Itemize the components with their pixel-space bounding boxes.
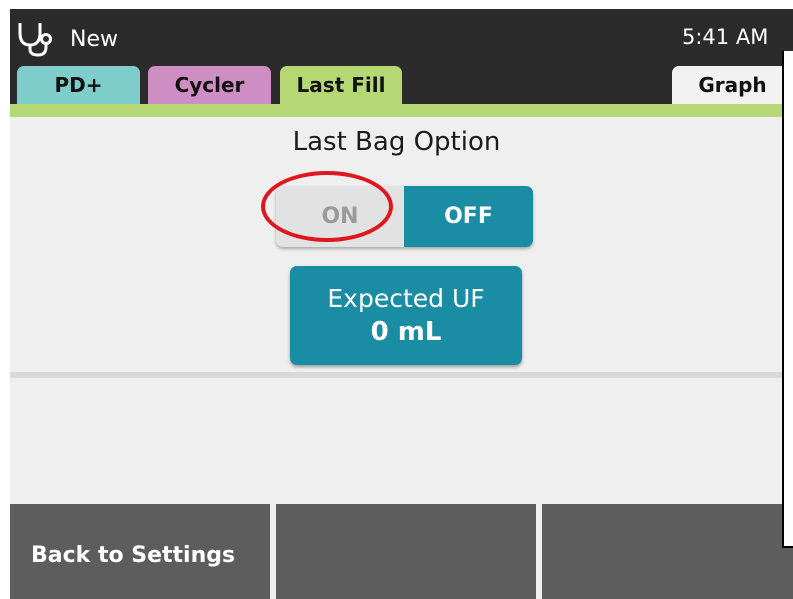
mode-label: New xyxy=(70,26,118,52)
back-to-settings-button[interactable]: Back to Settings xyxy=(10,504,270,599)
header-bar: New 5:41 AM PD+ Cycler Last Fill Graph xyxy=(10,9,793,104)
tab-cycler[interactable]: Cycler xyxy=(148,66,271,104)
tab-last-fill[interactable]: Last Fill xyxy=(280,66,402,104)
tab-label: Cycler xyxy=(174,73,245,97)
tab-label: Graph xyxy=(698,73,767,97)
toggle-off-button[interactable]: OFF xyxy=(404,186,533,247)
device-screen: New 5:41 AM PD+ Cycler Last Fill Graph O… xyxy=(10,9,793,599)
expected-uf-value: 0 mL xyxy=(370,316,442,347)
tab-graph[interactable]: Graph xyxy=(672,66,793,104)
last-bag-toggle[interactable]: ON OFF xyxy=(276,186,533,247)
section-divider xyxy=(10,372,793,378)
back-to-settings-label: Back to Settings xyxy=(31,543,236,568)
tab-pd-plus[interactable]: PD+ xyxy=(17,66,140,104)
toggle-on-button[interactable]: ON xyxy=(276,186,404,247)
footer-right-button[interactable] xyxy=(542,504,793,599)
tab-label: PD+ xyxy=(54,73,103,97)
side-frame xyxy=(782,51,793,548)
footer-middle-button[interactable] xyxy=(276,504,536,599)
clock: 5:41 AM xyxy=(682,25,769,49)
status-area: New xyxy=(16,19,118,59)
last-bag-option-title: Last Bag Option xyxy=(292,127,501,157)
active-tab-bar xyxy=(10,104,793,117)
expected-uf-label: Expected UF xyxy=(327,283,485,313)
tab-label: Last Fill xyxy=(296,73,386,97)
expected-uf-button[interactable]: Expected UF 0 mL xyxy=(290,266,522,365)
stethoscope-icon xyxy=(16,21,62,57)
